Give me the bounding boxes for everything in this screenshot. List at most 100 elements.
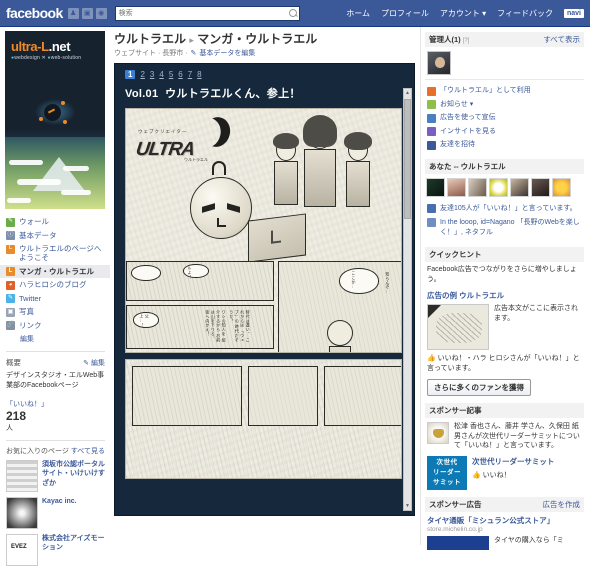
avatar[interactable] — [468, 177, 487, 197]
sidebar-item-blog[interactable]: ◕ ハラヒロシのブログ — [0, 278, 110, 292]
nav-profile[interactable]: プロフィール — [381, 8, 429, 19]
facebook-logo[interactable]: facebook — [6, 5, 63, 21]
admin-avatar[interactable] — [427, 51, 451, 75]
favorite-page-name[interactable]: 須坂市公認ポータルサイト・いけいけすざか — [42, 460, 105, 488]
page-title-primary[interactable]: ウルトラエル — [114, 32, 186, 46]
create-ad-link[interactable]: 広告を作成 — [543, 499, 581, 510]
admin-action-use-as-page[interactable]: 「ウルトラエル」として利用 — [425, 84, 584, 98]
people-icon — [427, 204, 436, 213]
michelin-ad-title[interactable]: タイヤ通販「ミシュラン公式ストア」 — [425, 512, 584, 526]
list-item[interactable]: 須坂市公認ポータルサイト・いけいけすざか — [6, 459, 105, 492]
page-link-2[interactable]: 2 — [140, 70, 144, 79]
search-icon[interactable] — [288, 8, 297, 17]
sponsored-story-row: 松津 香也さん、藤井 学さん、久保田 紙男さんが次世代リーダーサミットについて「… — [425, 418, 584, 451]
edit-basic-data-link[interactable]: 基本データを編集 — [199, 48, 255, 58]
search-input[interactable] — [114, 5, 300, 21]
nav-edit-link[interactable]: 編集 — [0, 332, 110, 344]
page-link-4[interactable]: 4 — [159, 70, 163, 79]
nav-account[interactable]: アカウント ▾ — [440, 8, 486, 19]
sidebar-item-photos[interactable]: ▣ 写真 — [0, 305, 110, 319]
page-link-1[interactable]: 1 — [125, 70, 136, 80]
sponsored-story-section: スポンサー記事 松津 香也さん、藤井 学さん、久保田 紙男さんが次世代リーダーサ… — [425, 402, 584, 491]
page-link-5[interactable]: 5 — [169, 70, 173, 79]
wordmark-subtitle: ウルトラエル — [184, 157, 208, 163]
summit-logo[interactable]: 次世代 リーダー サミット — [427, 456, 467, 491]
notifications-icon[interactable]: ◉ — [95, 7, 107, 19]
navi-badge[interactable]: navi — [563, 8, 584, 18]
michelin-ad-image[interactable] — [427, 536, 489, 551]
admin-action-view-insights[interactable]: インサイトを見る — [425, 125, 584, 139]
sidebar-item-links[interactable]: 🔗 リンク — [0, 319, 110, 333]
bubble-text: ワシの知人を 紹介するから お前は山を下りろ、 街へ向かえ！ — [205, 310, 227, 343]
scrollbar-thumb[interactable] — [404, 99, 411, 220]
admin-see-all-link[interactable]: すべて表示 — [543, 34, 580, 45]
page-link-8[interactable]: 8 — [197, 70, 201, 79]
sidebar-item-label: 写真 — [19, 307, 34, 317]
favorite-thumbnail[interactable] — [6, 533, 38, 566]
avatar[interactable] — [489, 177, 508, 197]
sidebar-item-wall[interactable]: ✎ ウォール — [0, 215, 110, 229]
page-link-3[interactable]: 3 — [150, 70, 154, 79]
avatar[interactable] — [510, 177, 529, 197]
help-icon[interactable]: [?] — [463, 38, 470, 44]
admin-action-invite-friends[interactable]: 友達を招待 — [425, 138, 584, 152]
mascot-illustration — [35, 97, 75, 129]
brand-name: ultra-L — [11, 39, 49, 54]
ad-example-title: 広告の例 ウルトラエル — [425, 290, 584, 304]
pagination: 1 2 3 4 5 6 7 8 — [115, 64, 414, 83]
friend-requests-icon[interactable]: ♟ — [67, 7, 79, 19]
avatar[interactable] — [447, 177, 466, 197]
about-edit-link[interactable]: ✎ 編集 — [83, 358, 105, 368]
admin-action-promote-with-ad[interactable]: 広告を使って宣伝 — [425, 111, 584, 125]
sidebar-item-label: ウォール — [19, 217, 49, 226]
favorites-see-all[interactable]: すべて見る — [71, 446, 105, 456]
you-likes-row[interactable]: In the looop, id=Nagano 「長野のWebを楽しく！」, ネ… — [425, 216, 584, 240]
ad-example-thumbnail[interactable] — [427, 304, 489, 351]
page-link-6[interactable]: 6 — [178, 70, 182, 79]
twitter-icon: ✎ — [6, 294, 15, 304]
character-hair — [273, 133, 299, 150]
summit-like-row[interactable]: 👍 いいね！ — [472, 467, 554, 480]
thumbs-up-icon: 👍 — [472, 472, 481, 480]
favorite-page-name[interactable]: 株式会社アイズモーション — [42, 534, 105, 553]
favorite-thumbnail[interactable] — [6, 496, 38, 529]
favorite-page-name[interactable]: Kayac inc. — [42, 497, 77, 506]
page-title: ウルトラエル ▸ マンガ・ウルトラエル — [114, 32, 415, 46]
nav-feedback[interactable]: フィードバック — [497, 8, 553, 19]
sidebar-item-welcome[interactable]: L ウルトラエルのページへようこそ — [0, 242, 110, 265]
nav-home[interactable]: ホーム — [346, 8, 370, 19]
list-item[interactable]: Kayac inc. — [6, 496, 105, 529]
manga-viewer-panel: 1 2 3 4 5 6 7 8 Vol.01 ウルトラエルくん、参上！ ウェブク… — [114, 63, 415, 517]
summit-row[interactable]: 次世代 リーダー サミット 次世代リーダーサミット 👍 いいね！ — [425, 451, 584, 491]
wordmark-kana: ウェブクリエイター — [138, 129, 188, 135]
avatar[interactable] — [531, 177, 550, 197]
scroll-down-arrow[interactable]: ▼ — [404, 502, 411, 510]
comic-scroll-area[interactable]: ウェブクリエイター ULTRA ウルトラエル ルよ！ 時代は違い、 これからは … — [125, 108, 402, 515]
sidebar-item-label: Twitter — [19, 293, 42, 303]
megaphone-icon — [427, 113, 436, 123]
avatar[interactable] — [426, 177, 445, 197]
sponsored-story-icon[interactable] — [427, 421, 449, 444]
list-item[interactable]: 株式会社アイズモーション — [6, 533, 105, 566]
comic-scrollbar[interactable]: ▲ ▼ — [403, 88, 412, 512]
sidebar-item-twitter[interactable]: ✎ Twitter — [0, 292, 110, 306]
admin-action-label: お知らせ ▾ — [440, 100, 474, 108]
get-more-fans-button[interactable]: さらに多くのファンを獲得 — [427, 378, 531, 396]
avatar[interactable] — [552, 177, 571, 197]
pencil-icon: ✎ — [190, 50, 197, 58]
sidebar-item-info[interactable]: ⓘ 基本データ — [0, 229, 110, 243]
page-link-7[interactable]: 7 — [188, 70, 192, 79]
scroll-up-arrow[interactable]: ▲ — [404, 89, 411, 97]
messages-icon[interactable]: ▣ — [81, 7, 93, 19]
ad-example-page-name[interactable]: ウルトラエル — [459, 291, 504, 300]
brand-suffix: .net — [48, 39, 71, 54]
friends-like-row[interactable]: 友達105人が「いいね！」と言っています。 — [425, 202, 584, 216]
admin-action-notifications[interactable]: お知らせ ▾ — [425, 98, 584, 112]
summit-name[interactable]: 次世代リーダーサミット — [472, 456, 554, 467]
sidebar-item-manga-ultrael[interactable]: L マンガ・ウルトラエル — [0, 264, 110, 279]
you-likes-text: In the looop, id=Nagano 「長野のWebを楽しく！」, ネ… — [440, 218, 580, 236]
ad-example-label: 広告の例 — [427, 291, 457, 301]
page-profile-picture[interactable]: ultra-L.net ●webdesign ✕ ●web-solution — [5, 31, 105, 209]
ad-like-text: いいね！・ハラ ヒロシさんが「いいね！」と言っています。 — [427, 355, 580, 372]
favorite-thumbnail[interactable] — [6, 459, 38, 492]
